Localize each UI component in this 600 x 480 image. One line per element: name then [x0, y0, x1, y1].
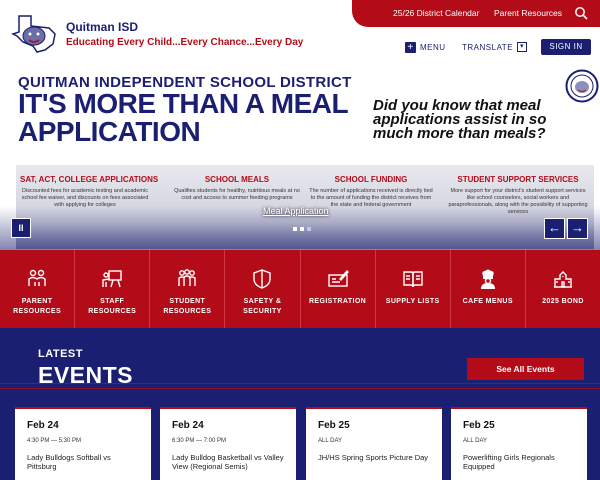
- quicklink-safety-security[interactable]: SAFETY & SECURITY: [225, 250, 301, 328]
- events-section: LATEST EVENTS See All Events Feb 24 4:30…: [0, 328, 600, 480]
- event-title[interactable]: Lady Bulldogs Softball vs Pittsburg: [27, 453, 139, 471]
- quicklink-parent-resources[interactable]: PARENT RESOURCES: [0, 250, 76, 328]
- parent-resources-link[interactable]: Parent Resources: [494, 8, 562, 18]
- quicklink-registration[interactable]: REGISTRATION: [301, 250, 376, 328]
- slide-dots: [293, 227, 311, 231]
- district-seal-icon: [565, 69, 599, 103]
- quicklink-label: STUDENT RESOURCES: [163, 298, 212, 315]
- translate-button[interactable]: TRANSLATE ▾: [462, 41, 528, 53]
- quicklink-label: PARENT RESOURCES: [13, 298, 62, 315]
- menu-label: MENU: [420, 42, 446, 52]
- menu-button[interactable]: + MENU: [405, 41, 446, 53]
- open-book-icon: [402, 271, 423, 288]
- events-kicker: LATEST: [38, 348, 83, 360]
- event-title[interactable]: Powerlifting Girls Regionals Equipped: [463, 453, 575, 471]
- event-date: Feb 25: [463, 420, 495, 431]
- sign-in-button[interactable]: SIGN IN: [541, 39, 591, 55]
- site-name[interactable]: Quitman ISD: [66, 20, 138, 34]
- benefit-text: Qualifies students for healthy, nutritio…: [174, 188, 300, 201]
- next-slide-button[interactable]: →: [567, 218, 588, 239]
- district-calendar-link[interactable]: 25/26 District Calendar: [393, 8, 479, 18]
- translate-label: TRANSLATE: [462, 42, 514, 52]
- quicklink-label: 2025 BOND: [542, 298, 584, 305]
- event-card[interactable]: Feb 25 ALL DAY Powerlifting Girls Region…: [451, 407, 587, 480]
- bulldog-texas-logo[interactable]: [11, 14, 57, 54]
- slide-caption-link[interactable]: Meal Application: [263, 206, 329, 216]
- event-title[interactable]: Lady Bulldog Basketball vs Valley View (…: [172, 453, 284, 471]
- quicklink-supply-lists[interactable]: SUPPLY LISTS: [376, 250, 451, 328]
- quicklink-student-resources[interactable]: STUDENT RESOURCES: [150, 250, 226, 328]
- benefit-title: STUDENT SUPPORT SERVICES: [457, 175, 579, 184]
- quicklink-label: REGISTRATION: [308, 298, 367, 305]
- page: Quitman ISD Educating Every Child...Ever…: [0, 0, 600, 480]
- event-time: ALL DAY: [318, 438, 343, 444]
- benefit-title: SCHOOL FUNDING: [334, 175, 408, 184]
- quicklink-label: CAFE MENUS: [462, 298, 513, 305]
- students-icon: [178, 269, 197, 286]
- benefit-college: SAT, ACT, COLLEGE APPLICATIONS Discounte…: [20, 175, 159, 209]
- benefit-title: SAT, ACT, COLLEGE APPLICATIONS: [20, 175, 159, 184]
- form-pen-icon: [327, 269, 349, 287]
- utility-bar: 25/26 District Calendar Parent Resources: [352, 0, 600, 27]
- parents-icon: [28, 269, 46, 286]
- shield-icon: [253, 269, 272, 289]
- teacher-board-icon: [102, 270, 122, 288]
- chevron-down-icon: ▾: [517, 42, 528, 52]
- benefit-funding: SCHOOL FUNDING The number of application…: [308, 175, 434, 209]
- quicklink-label: SAFETY & SECURITY: [243, 298, 282, 315]
- slide-dot[interactable]: [300, 227, 304, 231]
- search-icon[interactable]: [574, 6, 588, 20]
- event-card[interactable]: Feb 25 ALL DAY JH/HS Spring Sports Pictu…: [306, 407, 442, 480]
- tagline: Educating Every Child...Every Chance...E…: [66, 37, 304, 48]
- hero-headline: IT'S MORE THAN A MEAL APPLICATION: [18, 88, 348, 147]
- previous-slide-button[interactable]: ←: [544, 218, 565, 239]
- site-header: Quitman ISD Educating Every Child...Ever…: [0, 0, 600, 66]
- quicklink-cafe-menus[interactable]: CAFE MENUS: [451, 250, 526, 328]
- events-heading: EVENTS: [38, 362, 134, 388]
- event-time: ALL DAY: [463, 438, 488, 444]
- quicklink-label: SUPPLY LISTS: [385, 298, 440, 305]
- slide-dot[interactable]: [307, 227, 311, 231]
- quicklink-staff-resources[interactable]: STAFF RESOURCES: [75, 250, 151, 328]
- event-card[interactable]: Feb 24 4:30 PM — 5:30 PM Lady Bulldogs S…: [15, 407, 151, 480]
- event-date: Feb 24: [27, 420, 59, 431]
- quick-links: PARENT RESOURCES STAFF RESOURCES STUDENT…: [0, 250, 600, 328]
- event-time: 6:30 PM — 7:00 PM: [172, 438, 227, 444]
- benefit-meals: SCHOOL MEALS Qualifies students for heal…: [174, 175, 300, 202]
- chef-icon: [480, 269, 495, 289]
- plus-icon: +: [405, 41, 416, 53]
- event-date: Feb 24: [172, 420, 204, 431]
- quicklink-label: STAFF RESOURCES: [88, 298, 137, 315]
- pause-button[interactable]: II: [11, 218, 31, 238]
- school-building-icon: [553, 271, 572, 288]
- hero-slideshow: QUITMAN INDEPENDENT SCHOOL DISTRICT IT'S…: [0, 66, 600, 250]
- quicklink-2025-bond[interactable]: 2025 BOND: [526, 250, 600, 328]
- slide-dot[interactable]: [293, 227, 297, 231]
- event-date: Feb 25: [318, 420, 350, 431]
- event-time: 4:30 PM — 5:30 PM: [27, 438, 82, 444]
- benefit-title: SCHOOL MEALS: [204, 175, 270, 184]
- event-title[interactable]: JH/HS Spring Sports Picture Day: [318, 453, 430, 462]
- see-all-events-button[interactable]: See All Events: [467, 358, 584, 380]
- event-card[interactable]: Feb 24 6:30 PM — 7:00 PM Lady Bulldog Ba…: [160, 407, 296, 480]
- hero-question: Did you know that meal applications assi…: [373, 97, 547, 142]
